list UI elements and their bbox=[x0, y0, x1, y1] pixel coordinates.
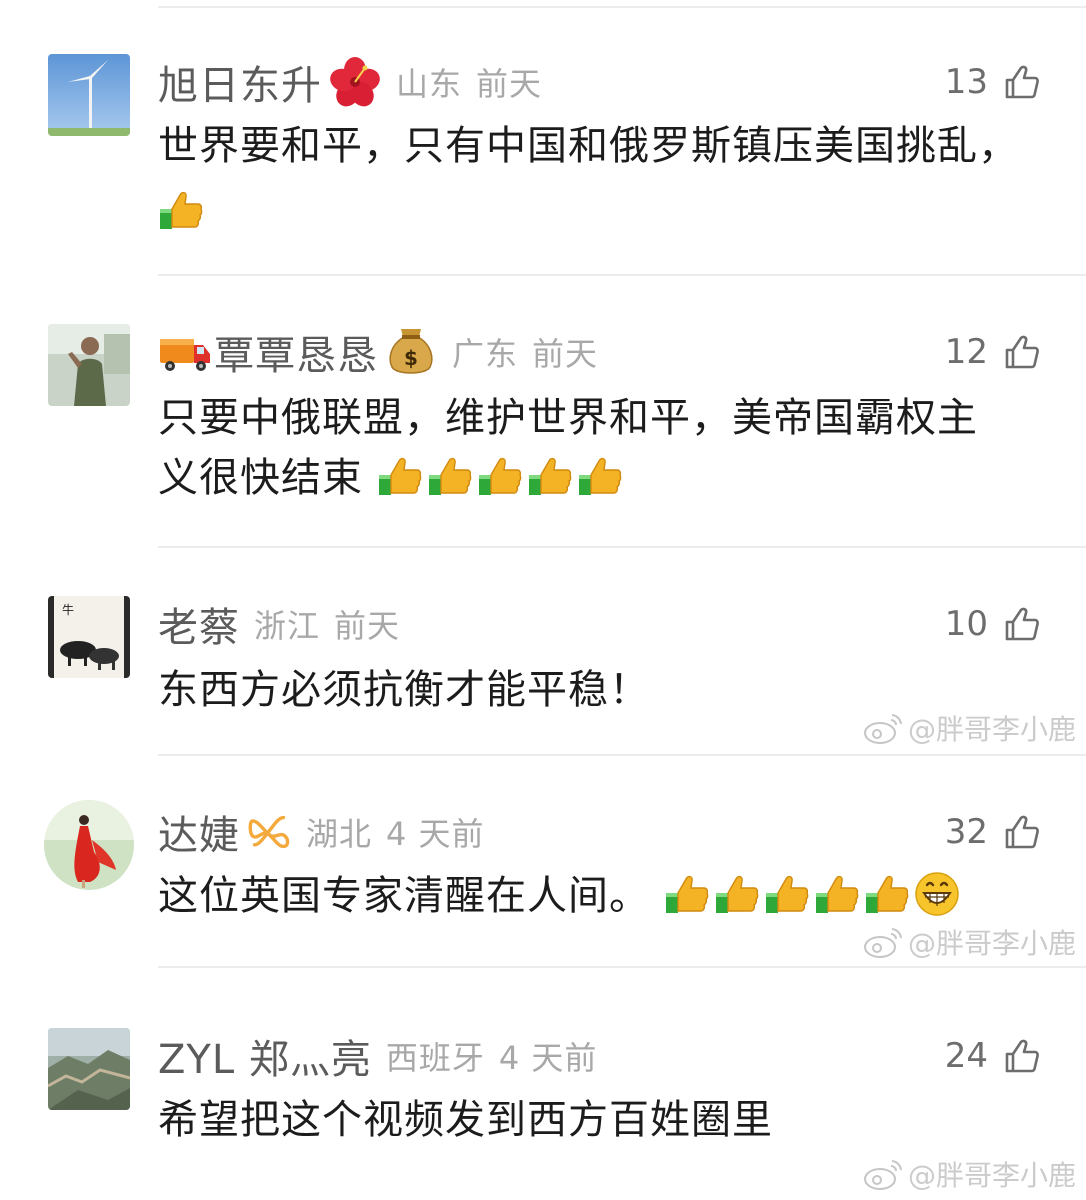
thumbs-up-emoji-icon bbox=[378, 457, 422, 495]
watermark-text: @胖哥李小鹿 bbox=[907, 1159, 1076, 1192]
comment-item: ZYL 郑灬亮 西班牙 4 天前 24 希望把这个视频发到西方百姓圈里 @胖哥李小… bbox=[0, 978, 1086, 1200]
timestamp: 前天 bbox=[532, 335, 599, 373]
avatar[interactable] bbox=[48, 54, 130, 136]
emoji-row bbox=[363, 455, 627, 501]
thumbs-up-outline-icon bbox=[1005, 1039, 1039, 1073]
comment-meta: 西班牙 4 天前 bbox=[386, 1033, 598, 1079]
comment-body: 这位英国专家清醒在人间。 bbox=[158, 873, 650, 919]
grinning-face-icon bbox=[914, 872, 959, 916]
emoji-row bbox=[650, 872, 960, 919]
username[interactable]: 覃覃恳恳 bbox=[214, 323, 378, 381]
avatar-great-wall-photo bbox=[48, 1028, 130, 1110]
avatar-ink-painting-image: 牛 bbox=[48, 596, 130, 678]
thumbs-up-emoji-icon bbox=[665, 875, 709, 913]
avatar[interactable] bbox=[48, 324, 130, 406]
timestamp: 前天 bbox=[476, 65, 543, 103]
thumbs-up-outline-icon bbox=[1005, 815, 1039, 849]
comment-item: 牛 老蔡 浙江 前天 10 东西方必须抗衡才能平稳！ @胖哥李小鹿 bbox=[0, 548, 1086, 756]
timestamp: 前天 bbox=[334, 607, 401, 645]
thumbs-up-outline-icon bbox=[1005, 335, 1039, 369]
thumbs-up-outline-icon bbox=[1005, 607, 1039, 641]
avatar[interactable]: 牛 bbox=[48, 596, 130, 678]
comment-header: 达婕 湖北 4 天前 bbox=[158, 804, 485, 860]
thumbs-up-emoji-icon bbox=[865, 875, 909, 913]
money-bag-icon: $ bbox=[389, 329, 433, 374]
avatar-wind-turbine-image bbox=[48, 54, 130, 136]
avatar[interactable] bbox=[44, 800, 134, 890]
comment-meta: 浙江 前天 bbox=[254, 601, 400, 647]
comment-meta: 山东 前天 bbox=[396, 59, 542, 105]
weibo-logo-icon bbox=[863, 1160, 902, 1190]
comment-body: 世界要和平，只有中国和俄罗斯镇压美国挑乱， bbox=[158, 123, 1019, 169]
watermark: @胖哥李小鹿 bbox=[862, 708, 1076, 748]
svg-text:$: $ bbox=[404, 346, 418, 370]
comment-meta: 广东 前天 bbox=[452, 329, 598, 375]
comment-header: 旭日东升 山东 前天 bbox=[158, 54, 542, 110]
comment-item: 旭日东升 山东 前天 13 世界要和平，只有中国和俄罗斯镇压美国挑乱， bbox=[0, 0, 1086, 276]
truck-icon bbox=[160, 339, 210, 371]
thumbs-up-emoji-icon bbox=[765, 875, 809, 913]
like-button[interactable]: 24 bbox=[945, 1028, 1040, 1084]
comment-meta: 湖北 4 天前 bbox=[306, 809, 485, 855]
avatar[interactable] bbox=[48, 1028, 130, 1110]
username[interactable]: ZYL 郑灬亮 bbox=[158, 1027, 372, 1085]
comment-header: 覃覃恳恳 $ 广东 前天 bbox=[158, 324, 598, 380]
watermark-text: @胖哥李小鹿 bbox=[907, 713, 1076, 746]
thumbs-up-emoji-icon bbox=[815, 875, 859, 913]
avatar-person-photo bbox=[48, 324, 130, 406]
like-count: 24 bbox=[944, 1036, 988, 1076]
region: 山东 bbox=[396, 65, 463, 103]
thumbs-up-emoji-icon bbox=[528, 457, 572, 495]
thumbs-up-outline-icon bbox=[1005, 65, 1039, 99]
like-button[interactable]: 10 bbox=[945, 596, 1040, 652]
weibo-logo-icon bbox=[863, 714, 902, 744]
comment-item: 达婕 湖北 4 天前 32 这位英国专家清醒在人间。 @胖哥李小鹿 bbox=[0, 756, 1086, 978]
svg-text:牛: 牛 bbox=[62, 602, 74, 617]
comment-text: 只要中俄联盟，维护世界和平，美帝国霸权主义很快结束 bbox=[158, 388, 1016, 508]
username[interactable]: 老蔡 bbox=[158, 595, 240, 653]
comment-header: ZYL 郑灬亮 西班牙 4 天前 bbox=[158, 1028, 597, 1084]
divider bbox=[158, 966, 1086, 968]
like-count: 13 bbox=[944, 62, 988, 102]
weibo-logo-icon bbox=[863, 928, 902, 958]
region: 浙江 bbox=[254, 607, 321, 645]
username[interactable]: 旭日东升 bbox=[158, 53, 322, 111]
watermark: @胖哥李小鹿 bbox=[862, 1154, 1076, 1194]
emoji-row bbox=[158, 182, 1040, 242]
like-count: 12 bbox=[944, 332, 988, 372]
comment-item: 覃覃恳恳 $ 广东 前天 12 只要中俄联盟，维护世界和平，美帝国霸权主义很快结束 bbox=[0, 276, 1086, 548]
username[interactable]: 达婕 bbox=[158, 803, 240, 861]
thumbs-up-emoji-icon bbox=[715, 875, 759, 913]
like-button[interactable]: 12 bbox=[945, 324, 1040, 380]
timestamp: 4 天前 bbox=[386, 815, 485, 853]
like-button[interactable]: 13 bbox=[945, 54, 1040, 110]
like-count: 10 bbox=[944, 604, 988, 644]
region: 广东 bbox=[452, 335, 519, 373]
comment-body: 希望把这个视频发到西方百姓圈里 bbox=[158, 1097, 773, 1143]
comment-text: 世界要和平，只有中国和俄罗斯镇压美国挑乱， bbox=[158, 116, 1040, 242]
thumbs-up-emoji-icon bbox=[478, 457, 522, 495]
like-count: 32 bbox=[944, 812, 988, 852]
region: 西班牙 bbox=[385, 1039, 485, 1077]
avatar-red-dress-photo bbox=[44, 800, 134, 890]
infinity-icon bbox=[248, 815, 290, 849]
thumbs-up-emoji-icon bbox=[578, 457, 622, 495]
like-button[interactable]: 32 bbox=[945, 804, 1040, 860]
comment-text: 这位英国专家清醒在人间。 bbox=[158, 866, 1040, 926]
comment-text: 希望把这个视频发到西方百姓圈里 bbox=[158, 1090, 1040, 1150]
hibiscus-icon bbox=[330, 57, 380, 107]
watermark-text: @胖哥李小鹿 bbox=[907, 927, 1076, 960]
comment-header: 老蔡 浙江 前天 bbox=[158, 596, 400, 652]
region: 湖北 bbox=[306, 815, 373, 853]
watermark: @胖哥李小鹿 bbox=[862, 922, 1076, 962]
thumbs-up-emoji-icon bbox=[428, 457, 472, 495]
thumbs-up-emoji-icon bbox=[160, 191, 203, 229]
timestamp: 4 天前 bbox=[498, 1039, 598, 1077]
